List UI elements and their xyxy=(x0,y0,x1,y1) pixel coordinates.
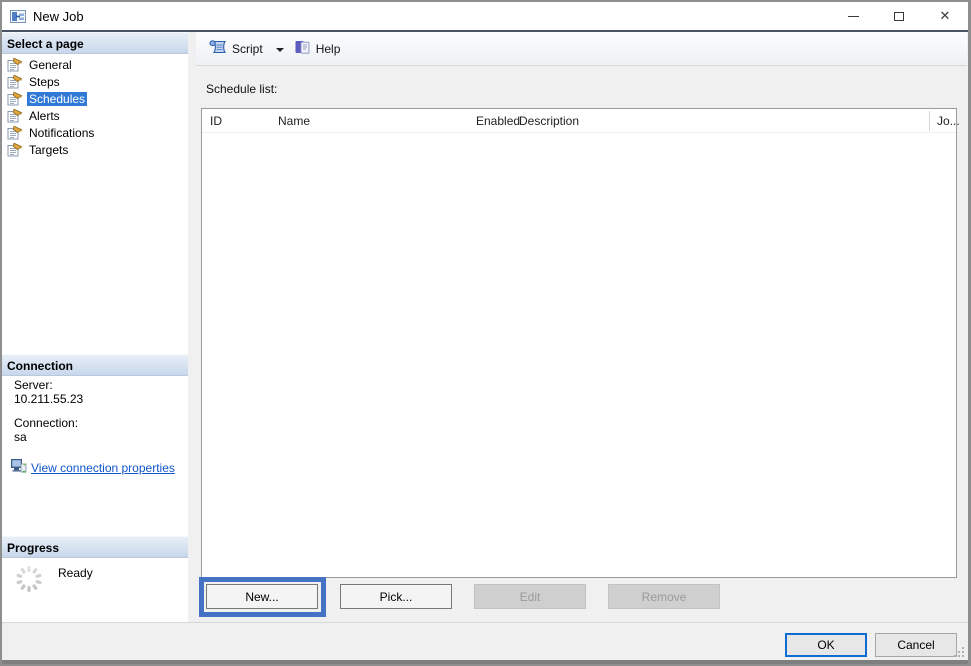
sidebar-item-alerts[interactable]: Alerts xyxy=(2,107,188,124)
page-icon xyxy=(7,91,23,106)
new-button[interactable]: New... xyxy=(206,584,318,609)
spinner-icon xyxy=(12,562,46,599)
connection-value: sa xyxy=(14,430,184,444)
page-icon xyxy=(7,57,23,72)
column-header-name[interactable]: Name xyxy=(278,114,310,128)
page-icon xyxy=(7,74,23,89)
help-button[interactable]: Help xyxy=(290,36,345,61)
ok-button[interactable]: OK xyxy=(785,633,867,657)
pick-button[interactable]: Pick... xyxy=(340,584,452,609)
edit-button[interactable]: Edit xyxy=(474,584,586,609)
server-value: 10.211.55.23 xyxy=(14,392,184,406)
column-divider xyxy=(929,111,930,131)
schedule-table-header: ID Name Enabled Description Jo... xyxy=(202,109,956,133)
window-controls: ✕ xyxy=(830,2,968,30)
minimize-button[interactable] xyxy=(830,2,876,30)
dialog-icon xyxy=(10,9,26,24)
sidebar-item-general[interactable]: General xyxy=(2,56,188,73)
sidebar: Select a page General Steps Schedules Al… xyxy=(2,32,188,622)
footer-divider xyxy=(2,622,968,623)
window-title: New Job xyxy=(33,9,84,24)
progress-header: Progress xyxy=(2,536,188,558)
cancel-button[interactable]: Cancel xyxy=(875,633,957,657)
remove-button[interactable]: Remove xyxy=(608,584,720,609)
script-icon xyxy=(209,39,227,58)
page-icon xyxy=(7,125,23,140)
connection-label: Connection: xyxy=(14,416,184,430)
column-header-job[interactable]: Jo... xyxy=(937,114,960,128)
script-dropdown-icon[interactable] xyxy=(276,48,284,52)
column-header-enabled[interactable]: Enabled xyxy=(476,114,520,128)
connection-properties-icon xyxy=(10,458,27,477)
connection-info: Server: 10.211.55.23 Connection: sa xyxy=(14,378,184,477)
sidebar-item-notifications[interactable]: Notifications xyxy=(2,124,188,141)
title-bar: New Job ✕ xyxy=(2,2,968,32)
page-icon xyxy=(7,142,23,157)
sidebar-item-schedules[interactable]: Schedules xyxy=(2,90,188,107)
schedule-list-label: Schedule list: xyxy=(206,82,277,96)
page-icon xyxy=(7,108,23,123)
script-button[interactable]: Script xyxy=(205,36,267,61)
new-job-dialog: New Job ✕ Select a page General Steps Sc… xyxy=(0,0,971,666)
page-list: General Steps Schedules Alerts Notificat… xyxy=(2,56,188,158)
progress-status-row: Ready xyxy=(12,562,93,599)
toolbar: Script Help xyxy=(196,32,967,66)
column-header-description[interactable]: Description xyxy=(519,114,579,128)
close-button[interactable]: ✕ xyxy=(922,2,968,30)
view-connection-properties-link[interactable]: View connection properties xyxy=(31,461,175,475)
help-label: Help xyxy=(316,42,341,56)
server-label: Server: xyxy=(14,378,184,392)
select-a-page-header: Select a page xyxy=(2,32,188,54)
maximize-button[interactable] xyxy=(876,2,922,30)
column-header-id[interactable]: ID xyxy=(210,114,222,128)
schedule-list-table[interactable]: ID Name Enabled Description Jo... xyxy=(201,108,957,578)
connection-header: Connection xyxy=(2,354,188,376)
script-label: Script xyxy=(232,42,263,56)
help-icon xyxy=(294,39,311,58)
progress-status: Ready xyxy=(58,566,93,580)
sidebar-item-targets[interactable]: Targets xyxy=(2,141,188,158)
sidebar-item-steps[interactable]: Steps xyxy=(2,73,188,90)
resize-grip-icon[interactable] xyxy=(953,646,965,661)
